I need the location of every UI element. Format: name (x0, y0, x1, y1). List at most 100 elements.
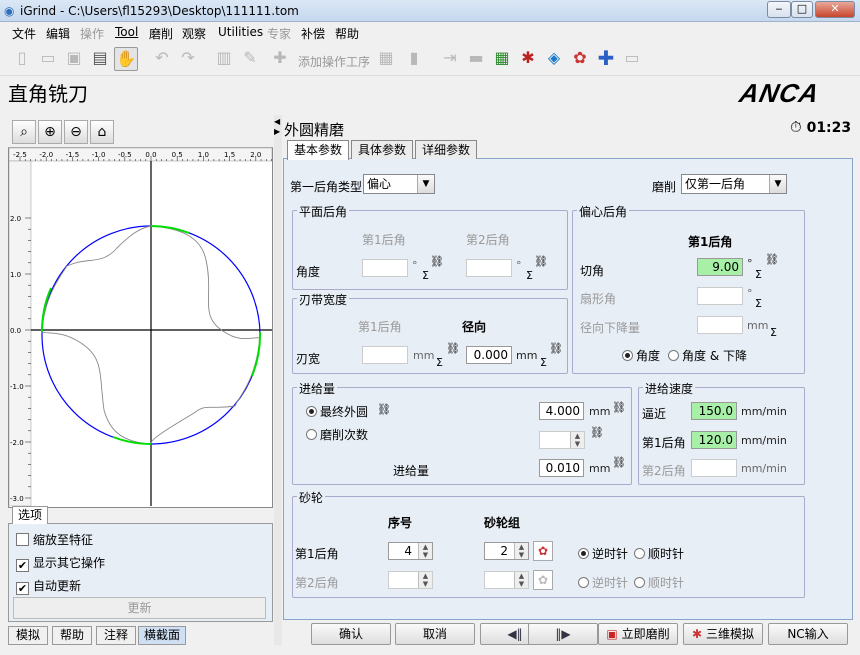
link-icon[interactable]: ⛓ (612, 456, 626, 469)
sigma-icon[interactable]: Σ (770, 326, 777, 339)
sigma-icon[interactable]: Σ (436, 356, 443, 369)
cancel-button[interactable]: 取消 (395, 623, 475, 645)
ok-button[interactable]: 确认 (311, 623, 391, 645)
save-icon[interactable]: ▣ (62, 47, 86, 71)
final-od-input[interactable]: 4.000 (539, 402, 584, 420)
show-other-ops-checkbox[interactable]: ✔ 显示其它操作 (16, 554, 105, 572)
tab-basic-params[interactable]: 基本参数 (287, 140, 349, 160)
tab-options[interactable]: 选项 (12, 506, 48, 524)
delete-icon[interactable]: ▮ (402, 47, 426, 71)
second-clearance-feed-input[interactable] (691, 459, 737, 477)
tab-specific-params[interactable]: 具体参数 (351, 140, 413, 159)
redo-icon[interactable]: ↷ (176, 47, 200, 71)
feed-amount-input[interactable]: 0.010 (539, 459, 584, 477)
land-width-radial-input[interactable]: 0.000 (466, 346, 512, 364)
wizard-icon[interactable]: ✎ (238, 47, 262, 71)
wheel-seq-2-spinner[interactable]: ▲ ▼ (388, 571, 433, 589)
land-width-1-input[interactable] (362, 346, 408, 364)
passes-spinner[interactable]: ▲ ▼ (539, 431, 585, 449)
ccw-radio[interactable]: 逆时针 (578, 545, 628, 562)
bug-icon[interactable]: ✱ (516, 47, 540, 71)
link-icon[interactable]: ⛓ (590, 426, 604, 439)
angle-radio[interactable]: 角度 (622, 347, 660, 364)
folder-icon[interactable]: ▭ (620, 47, 644, 71)
expand-right-icon[interactable]: ▶ (274, 127, 280, 136)
first-clearance-feed-input[interactable]: 120.0 (691, 431, 737, 449)
menu-view[interactable]: 观察 (182, 25, 206, 42)
open-folder-icon[interactable]: ▭ (36, 47, 60, 71)
sigma-icon[interactable]: Σ (526, 269, 533, 282)
first-clearance-type-select[interactable]: 偏心 ▼ (363, 174, 435, 194)
link-icon[interactable]: ⛓ (549, 342, 563, 355)
coolant-drop-icon[interactable]: ◈ (542, 47, 566, 71)
zoom-out-icon[interactable]: ⊖ (64, 120, 88, 144)
zoom-to-feature-checkbox[interactable]: 缩放至特征 (16, 531, 93, 548)
add-op-icon[interactable]: ✚ (268, 47, 292, 71)
angle-drop-radio[interactable]: 角度 & 下降 (668, 347, 747, 364)
flat-angle-2-input[interactable] (466, 259, 512, 277)
sigma-icon[interactable]: Σ (422, 269, 429, 282)
add-operation-button[interactable]: 添加操作工序 (298, 53, 370, 70)
table-icon[interactable]: ▦ (490, 47, 514, 71)
menu-operation[interactable]: 操作 (80, 25, 104, 42)
passes-radio[interactable]: 磨削次数 (306, 426, 368, 443)
cross-section-plot[interactable]: -2.5-2.0-1.5-1.0-0.50.00.51.01.52.02.5 2… (9, 148, 272, 506)
fan-angle-input[interactable] (697, 287, 743, 305)
new-file-icon[interactable]: ▯ (10, 47, 34, 71)
menu-tool[interactable]: Tool (115, 25, 138, 39)
link-icon[interactable]: ⛓ (430, 255, 444, 268)
wheel-pack-icon[interactable]: ✿ (568, 47, 592, 71)
approach-feed-input[interactable]: 150.0 (691, 402, 737, 420)
link-icon[interactable]: ⛓ (765, 253, 779, 266)
refresh-button[interactable]: 更新 (13, 597, 266, 619)
sigma-icon[interactable]: Σ (755, 297, 762, 310)
menu-utilities[interactable]: Utilities (218, 25, 263, 39)
copy-op-icon[interactable]: ▥ (212, 47, 236, 71)
menu-edit[interactable]: 编辑 (46, 25, 70, 42)
maximize-button[interactable]: □ (791, 1, 813, 18)
hand-tool-icon[interactable]: ✋ (114, 47, 138, 71)
wheel-seq-spinner[interactable]: 4 ▲ ▼ (388, 542, 433, 560)
spinner-arrows-icon[interactable]: ▲ ▼ (418, 572, 432, 588)
wheel-group-2-spinner[interactable]: ▲ ▼ (484, 571, 529, 589)
wheel-group-spinner[interactable]: 2 ▲ ▼ (484, 542, 529, 560)
radial-drop-input[interactable] (697, 316, 743, 334)
spinner-arrows-icon[interactable]: ▲ ▼ (514, 543, 528, 559)
tab-simulation[interactable]: 模拟 (8, 626, 48, 645)
minimize-button[interactable]: ‒ (767, 1, 791, 18)
tab-cross-section[interactable]: 横截面 (138, 626, 186, 645)
zoom-in-icon[interactable]: ⊕ (38, 120, 62, 144)
plus-icon[interactable]: ✚ (594, 47, 618, 71)
spinner-arrows-icon[interactable]: ▲ ▼ (514, 572, 528, 588)
tool-icon[interactable]: ▬ (464, 47, 488, 71)
auto-update-checkbox[interactable]: ✔ 自动更新 (16, 577, 81, 595)
sigma-icon[interactable]: Σ (540, 356, 547, 369)
ccw-2-radio[interactable]: 逆时针 (578, 574, 628, 591)
print-icon[interactable]: ▤ (88, 47, 112, 71)
cut-angle-input[interactable]: 9.00 (697, 258, 743, 276)
nc-input-button[interactable]: NC输入 (768, 623, 848, 645)
grind-select[interactable]: 仅第一后角 ▼ (681, 174, 787, 194)
grid-icon[interactable]: ▦ (374, 47, 398, 71)
next-op-button[interactable]: ‖▶ (528, 623, 598, 645)
close-button[interactable]: ✕ (815, 1, 855, 18)
cw-radio[interactable]: 顺时针 (634, 545, 684, 562)
sigma-icon[interactable]: Σ (755, 268, 762, 281)
pane-splitter[interactable]: ◀ ▶ (274, 115, 282, 645)
menu-file[interactable]: 文件 (12, 25, 36, 42)
menu-compensation[interactable]: 补偿 (301, 25, 325, 42)
link-icon[interactable]: ⛓ (377, 403, 391, 416)
spinner-arrows-icon[interactable]: ▲ ▼ (418, 543, 432, 559)
final-od-radio[interactable]: 最终外圆 (306, 403, 368, 420)
sim3d-button[interactable]: ✱ 三维模拟 (683, 623, 763, 645)
tab-notes[interactable]: 注释 (96, 626, 136, 645)
collapse-left-icon[interactable]: ◀ (274, 117, 280, 126)
link-icon[interactable]: ⛓ (446, 342, 460, 355)
undo-icon[interactable]: ↶ (150, 47, 174, 71)
menu-expert[interactable]: 专家 (267, 25, 291, 42)
tab-help[interactable]: 帮助 (52, 626, 92, 645)
export-icon[interactable]: ⇥ (438, 47, 462, 71)
cw-2-radio[interactable]: 顺时针 (634, 574, 684, 591)
wheel-select-2-button[interactable]: ✿ (533, 570, 553, 590)
menu-help[interactable]: 帮助 (335, 25, 359, 42)
